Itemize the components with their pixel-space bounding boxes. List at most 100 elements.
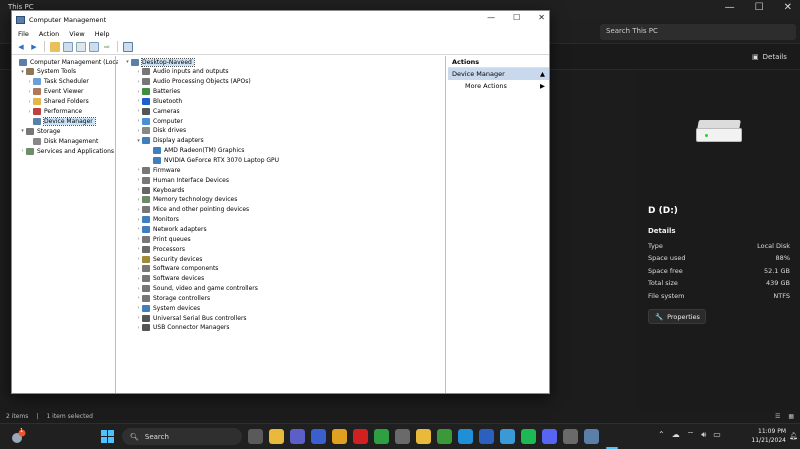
tree-item[interactable]: Device Manager: [26, 116, 96, 126]
expand-arrow-icon[interactable]: ›: [135, 177, 142, 183]
scan-hardware-icon[interactable]: [123, 41, 133, 52]
forward-icon[interactable]: ▶: [29, 42, 39, 52]
tree-item[interactable]: › Disk drives: [135, 126, 186, 136]
expand-arrow-icon[interactable]: ›: [135, 286, 142, 292]
weather-widget[interactable]: [10, 429, 26, 445]
tree-item[interactable]: › Audio Processing Objects (APOs): [135, 77, 251, 87]
collapse-arrow-icon[interactable]: ▾: [19, 128, 26, 134]
tree-item[interactable]: › Monitors: [135, 215, 179, 225]
show-hide-tree-icon[interactable]: [63, 41, 73, 52]
wifi-icon[interactable]: ⌔: [687, 430, 695, 440]
tree-item[interactable]: › Firmware: [135, 165, 181, 175]
tree-item[interactable]: › Mice and other pointing devices: [135, 205, 249, 215]
expand-arrow-icon[interactable]: ›: [19, 148, 26, 154]
expand-arrow-icon[interactable]: ›: [135, 187, 142, 193]
tree-item[interactable]: › Storage controllers: [135, 293, 210, 303]
help-icon[interactable]: [89, 41, 99, 52]
expand-arrow-icon[interactable]: ›: [135, 226, 142, 232]
menu-file[interactable]: File: [18, 30, 29, 38]
app-icon-2[interactable]: [311, 429, 326, 444]
explorer-search-input[interactable]: Search This PC: [600, 24, 796, 40]
tree-item[interactable]: › Computer: [135, 116, 183, 126]
tree-item[interactable]: › Cameras: [135, 106, 180, 116]
back-icon[interactable]: ◀: [16, 42, 26, 52]
expand-arrow-icon[interactable]: ›: [135, 79, 142, 85]
chrome-icon[interactable]: [332, 429, 347, 444]
chrome-icon-2[interactable]: [374, 429, 389, 444]
expand-arrow-icon[interactable]: ›: [135, 217, 142, 223]
tree-item[interactable]: › Processors: [135, 244, 185, 254]
expand-arrow-icon[interactable]: ›: [26, 79, 33, 85]
opera-icon[interactable]: [353, 429, 368, 444]
menu-action[interactable]: Action: [39, 30, 59, 38]
tree-item[interactable]: › Event Viewer: [26, 87, 84, 97]
tree-item[interactable]: › Services and Applications: [19, 146, 114, 156]
expand-arrow-icon[interactable]: ›: [135, 315, 142, 321]
spotify-icon[interactable]: [521, 429, 536, 444]
tree-item[interactable]: › Bluetooth: [135, 96, 182, 106]
tree-item[interactable]: › Software devices: [135, 274, 204, 284]
tree-item[interactable]: › Software components: [135, 264, 218, 274]
tree-item[interactable]: › Batteries: [135, 87, 180, 97]
cloud-icon[interactable]: ☁: [672, 430, 680, 440]
volume-icon[interactable]: 🔊︎: [701, 430, 706, 440]
teams-icon[interactable]: [290, 429, 305, 444]
tiles-view-icon[interactable]: ▦: [788, 413, 794, 420]
folder-icon[interactable]: [416, 429, 431, 444]
tree-item[interactable]: AMD Radeon(TM) Graphics: [146, 146, 244, 156]
computer-management-icon[interactable]: [584, 429, 599, 444]
expand-arrow-icon[interactable]: ›: [135, 295, 142, 301]
expand-arrow-icon[interactable]: ›: [135, 108, 142, 114]
tree-item[interactable]: › Audio inputs and outputs: [135, 67, 229, 77]
tree-item[interactable]: Disk Management: [26, 136, 98, 146]
tree-item[interactable]: › Human Interface Devices: [135, 175, 229, 185]
close-icon[interactable]: ✕: [538, 13, 545, 22]
collapse-arrow-icon[interactable]: ▾: [124, 59, 131, 65]
up-folder-icon[interactable]: [50, 41, 60, 52]
collapse-arrow-icon[interactable]: ▾: [19, 69, 26, 75]
tree-item[interactable]: › Keyboards: [135, 185, 184, 195]
tree-item[interactable]: › Print queues: [135, 234, 191, 244]
expand-arrow-icon[interactable]: ›: [26, 109, 33, 115]
expand-arrow-icon[interactable]: ›: [135, 246, 142, 252]
export-list-icon[interactable]: ⇨: [102, 42, 112, 52]
tree-item[interactable]: › Universal Serial Bus controllers: [135, 313, 247, 323]
expand-arrow-icon[interactable]: ›: [26, 89, 33, 95]
calculator-icon[interactable]: [395, 429, 410, 444]
tree-item[interactable]: ▾ System Tools: [19, 67, 76, 77]
settings-icon[interactable]: [563, 429, 578, 444]
tree-item[interactable]: ▾ Storage: [19, 126, 60, 136]
expand-arrow-icon[interactable]: ›: [135, 118, 142, 124]
collapse-arrow-icon[interactable]: ▾: [135, 138, 142, 144]
expand-arrow-icon[interactable]: ›: [135, 89, 142, 95]
actions-section-device-manager[interactable]: Device Manager ▲: [448, 68, 549, 80]
tree-item[interactable]: ▾ Desktop-Naveed: [124, 57, 195, 67]
tree-item[interactable]: › Security devices: [135, 254, 202, 264]
battery-icon[interactable]: ▭: [713, 430, 721, 440]
maximize-icon[interactable]: ☐: [513, 13, 520, 22]
minimize-icon[interactable]: —: [487, 13, 495, 22]
tree-item[interactable]: › Performance: [26, 107, 82, 117]
properties-icon[interactable]: [76, 41, 86, 52]
file-explorer-icon[interactable]: [269, 429, 284, 444]
maximize-icon[interactable]: ☐: [755, 2, 764, 13]
details-toggle-button[interactable]: ▣ Details: [752, 53, 787, 61]
expand-arrow-icon[interactable]: ›: [135, 276, 142, 282]
tree-item[interactable]: › Sound, video and game controllers: [135, 284, 258, 294]
more-actions-item[interactable]: More Actions ▶: [448, 80, 549, 92]
tree-item[interactable]: ▾ Display adapters: [135, 136, 204, 146]
minimize-icon[interactable]: —: [725, 2, 735, 13]
tree-item[interactable]: › Task Scheduler: [26, 77, 89, 87]
expand-arrow-icon[interactable]: ›: [135, 266, 142, 272]
expand-arrow-icon[interactable]: ›: [135, 69, 142, 75]
close-icon[interactable]: ✕: [784, 2, 792, 13]
collapse-icon[interactable]: ▲: [540, 70, 545, 78]
app-icon-1[interactable]: [248, 429, 263, 444]
tree-item[interactable]: › System devices: [135, 303, 200, 313]
notification-bell-icon[interactable]: 🔔︎: [789, 432, 798, 440]
list-view-icon[interactable]: ☰: [775, 413, 780, 420]
menu-view[interactable]: View: [69, 30, 84, 38]
start-button[interactable]: [101, 430, 114, 443]
expand-arrow-icon[interactable]: ›: [135, 256, 142, 262]
edge-icon[interactable]: [458, 429, 473, 444]
